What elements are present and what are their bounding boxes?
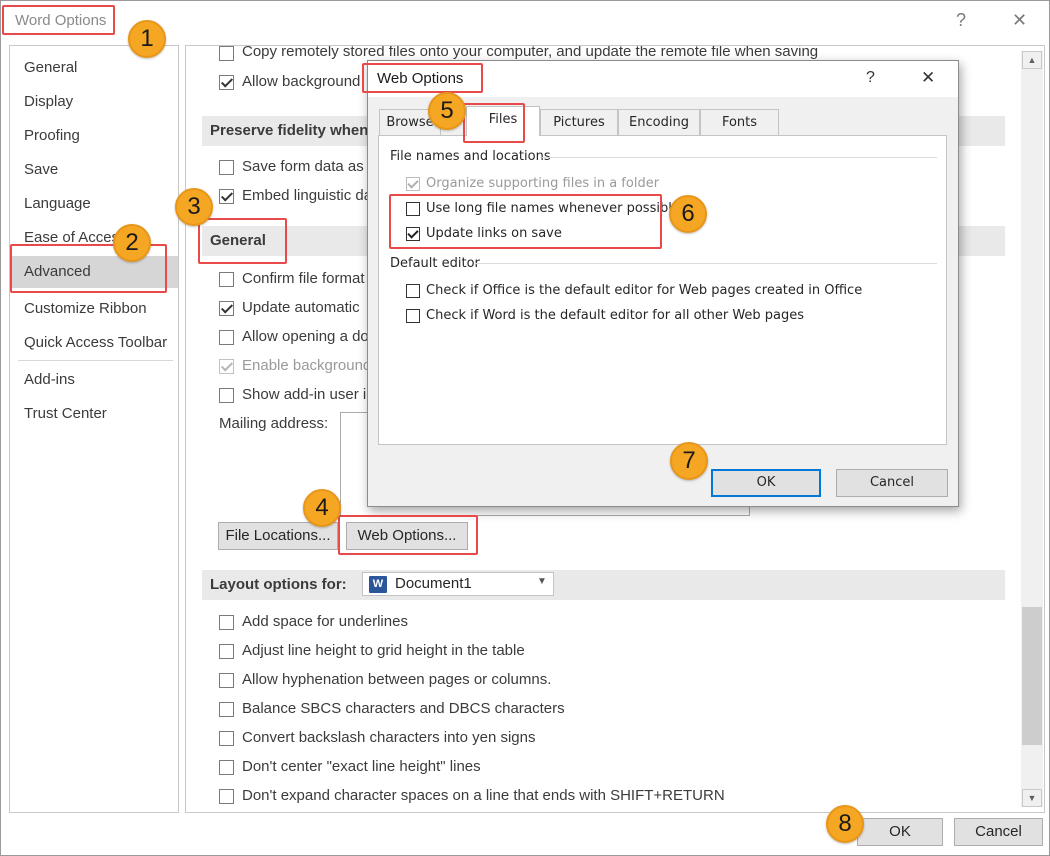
- layout-option-checkbox[interactable]: [219, 644, 234, 659]
- organize-supporting-files-label: Organize supporting files in a folder: [426, 176, 660, 191]
- layout-option-label: Convert backslash characters into yen si…: [242, 729, 536, 746]
- sidebar-item-trust-center[interactable]: Trust Center: [11, 398, 178, 430]
- sidebar-item-save[interactable]: Save: [11, 154, 178, 186]
- show-add-in-errors-checkbox[interactable]: [219, 388, 234, 403]
- ok-button[interactable]: OK: [857, 818, 943, 846]
- sidebar-item-quick-access-toolbar[interactable]: Quick Access Toolbar: [11, 327, 178, 359]
- layout-document-value: Document1: [395, 575, 472, 592]
- help-icon[interactable]: ?: [956, 10, 966, 31]
- tab-fonts[interactable]: Fonts: [700, 109, 779, 135]
- layout-option-label: Adjust line height to grid height in the…: [242, 642, 525, 659]
- tab-pictures[interactable]: Pictures: [540, 109, 618, 135]
- sidebar: General Display Proofing Save Language E…: [9, 45, 179, 813]
- allow-opening-draft-checkbox[interactable]: [219, 330, 234, 345]
- dialog-title-bar: Web Options ? ✕: [368, 61, 958, 97]
- scroll-thumb[interactable]: [1022, 607, 1042, 745]
- long-file-names-checkbox[interactable]: [406, 202, 420, 216]
- enable-background-repagination-checkbox: [219, 359, 234, 374]
- chevron-down-icon: ▼: [537, 576, 547, 587]
- sidebar-item-display[interactable]: Display: [11, 86, 178, 118]
- dialog-close-icon[interactable]: ✕: [921, 68, 935, 88]
- dialog-ok-button[interactable]: OK: [711, 469, 821, 497]
- update-links-on-save-label: Update links on save: [426, 226, 562, 241]
- group-divider: [542, 157, 937, 158]
- default-editor-group-title: Default editor: [390, 256, 480, 271]
- scroll-down-icon[interactable]: ▼: [1022, 789, 1042, 807]
- scroll-up-icon[interactable]: ▲: [1022, 51, 1042, 69]
- window-title: Word Options: [15, 12, 107, 29]
- layout-option-label: Allow hyphenation between pages or colum…: [242, 671, 552, 688]
- update-links-on-save-checkbox[interactable]: [406, 227, 420, 241]
- confirm-file-format-label: Confirm file format: [242, 270, 365, 287]
- layout-option-checkbox[interactable]: [219, 789, 234, 804]
- enable-background-repagination-label: Enable background: [242, 357, 372, 374]
- step-badge: 7: [670, 442, 708, 480]
- long-file-names-label: Use long file names whenever possible: [426, 201, 680, 216]
- office-default-editor-checkbox[interactable]: [406, 284, 420, 298]
- embed-linguistic-checkbox[interactable]: [219, 189, 234, 204]
- sidebar-item-advanced[interactable]: Advanced: [11, 256, 178, 288]
- layout-option-label: Balance SBCS characters and DBCS charact…: [242, 700, 565, 717]
- layout-option-checkbox[interactable]: [219, 673, 234, 688]
- step-badge: 5: [428, 92, 466, 130]
- step-badge: 1: [128, 20, 166, 58]
- word-default-editor-label: Check if Word is the default editor for …: [426, 308, 805, 323]
- allow-background-label: Allow background: [242, 73, 361, 90]
- close-icon[interactable]: ✕: [1012, 10, 1027, 31]
- word-document-icon: W: [369, 576, 387, 593]
- sidebar-item-language[interactable]: Language: [11, 188, 178, 220]
- copy-remote-files-checkbox[interactable]: [219, 46, 234, 61]
- dialog-cancel-button[interactable]: Cancel: [836, 469, 948, 497]
- file-names-group-title: File names and locations: [390, 149, 551, 164]
- office-default-editor-label: Check if Office is the default editor fo…: [426, 283, 863, 298]
- sidebar-item-customize-ribbon[interactable]: Customize Ribbon: [11, 293, 178, 325]
- layout-option-label: Don't center "exact line height" lines: [242, 758, 481, 775]
- layout-option-checkbox[interactable]: [219, 760, 234, 775]
- show-add-in-errors-label: Show add-in user in: [242, 386, 375, 403]
- sidebar-item-add-ins[interactable]: Add-ins: [11, 364, 178, 396]
- dialog-title: Web Options: [377, 70, 464, 87]
- step-badge: 6: [669, 195, 707, 233]
- sidebar-divider: [18, 360, 173, 361]
- dialog-help-icon[interactable]: ?: [866, 69, 875, 87]
- organize-supporting-files-checkbox: [406, 177, 420, 191]
- update-automatic-links-label: Update automatic: [242, 299, 360, 316]
- allow-opening-draft-label: Allow opening a do: [242, 328, 369, 345]
- tab-encoding[interactable]: Encoding: [618, 109, 700, 135]
- sidebar-item-ease-of-access[interactable]: Ease of Access: [11, 222, 178, 254]
- tab-files[interactable]: Files: [466, 106, 540, 136]
- sidebar-item-proofing[interactable]: Proofing: [11, 120, 178, 152]
- step-badge: 3: [175, 188, 213, 226]
- confirm-file-format-checkbox[interactable]: [219, 272, 234, 287]
- step-badge: 8: [826, 805, 864, 843]
- save-form-data-label: Save form data as: [242, 158, 364, 175]
- layout-document-select[interactable]: W Document1 ▼: [362, 572, 554, 596]
- save-form-data-checkbox[interactable]: [219, 160, 234, 175]
- layout-option-checkbox[interactable]: [219, 731, 234, 746]
- update-automatic-links-checkbox[interactable]: [219, 301, 234, 316]
- mailing-address-label: Mailing address:: [219, 415, 329, 432]
- layout-option-label: Don't expand character spaces on a line …: [242, 787, 725, 804]
- layout-option-checkbox[interactable]: [219, 615, 234, 630]
- main-scrollbar[interactable]: ▲ ▼: [1021, 51, 1043, 807]
- layout-options-label: Layout options for:: [210, 576, 347, 593]
- embed-linguistic-label: Embed linguistic da: [242, 187, 373, 204]
- step-badge: 4: [303, 489, 341, 527]
- word-default-editor-checkbox[interactable]: [406, 309, 420, 323]
- layout-option-label: Add space for underlines: [242, 613, 408, 630]
- web-options-button[interactable]: Web Options...: [346, 522, 468, 550]
- layout-options-section-header: Layout options for:: [202, 570, 1005, 600]
- allow-background-checkbox[interactable]: [219, 75, 234, 90]
- files-tab-panel: File names and locations Organize suppor…: [378, 135, 947, 445]
- group-divider: [475, 263, 937, 264]
- layout-option-checkbox[interactable]: [219, 702, 234, 717]
- step-badge: 2: [113, 224, 151, 262]
- cancel-button[interactable]: Cancel: [954, 818, 1043, 846]
